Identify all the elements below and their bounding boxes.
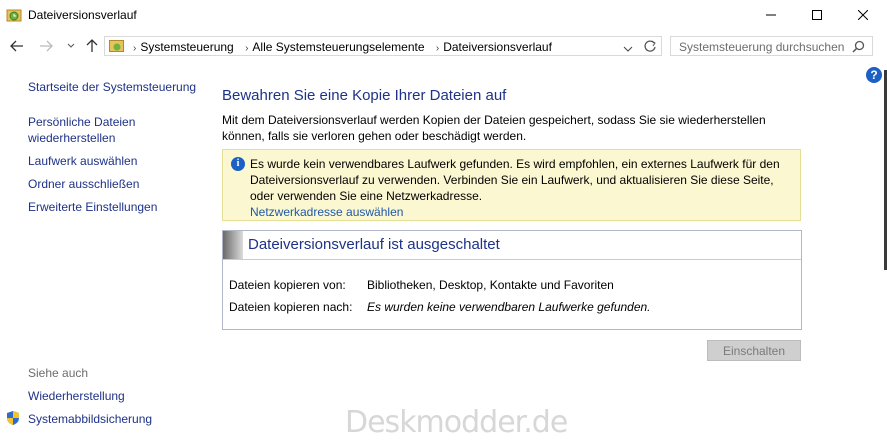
shield-icon: [6, 410, 20, 429]
search-placeholder: Systemsteuerung durchsuchen: [679, 40, 845, 54]
status-title: Dateiversionsverlauf ist ausgeschaltet: [248, 236, 500, 253]
refresh-icon[interactable]: [643, 39, 657, 56]
sidebar-link-recovery[interactable]: Wiederherstellung: [28, 388, 125, 404]
page-description: Mit dem Dateiversionsverlauf werden Kopi…: [222, 113, 766, 143]
sidebar-link-restore-line2[interactable]: wiederherstellen: [28, 130, 115, 146]
sidebar-link-select-drive[interactable]: Laufwerk auswählen: [28, 153, 137, 169]
info-text: Es wurde kein verwendbares Laufwerk gefu…: [250, 157, 780, 203]
window-title: Dateiversionsverlauf: [28, 8, 137, 22]
status-header: Dateiversionsverlauf ist ausgeschaltet: [223, 231, 801, 260]
page-title: Bewahren Sie eine Kopie Ihrer Dateien au…: [222, 87, 507, 104]
minimize-button[interactable]: [748, 0, 794, 30]
sidebar-link-home[interactable]: Startseite der Systemsteuerung: [28, 79, 196, 95]
back-arrow-icon[interactable]: [9, 38, 25, 54]
address-bar[interactable]: › Systemsteuerung › Alle Systemsteuerungse…: [104, 36, 662, 56]
status-indicator-bar: [223, 231, 243, 259]
up-arrow-icon[interactable]: [84, 38, 100, 54]
control-panel-icon: [109, 39, 125, 56]
copy-to-label: Dateien kopieren nach:: [229, 300, 353, 314]
enable-button[interactable]: Einschalten: [707, 340, 801, 361]
address-dropdown-icon[interactable]: [623, 42, 633, 56]
recent-locations-chevron-icon[interactable]: [63, 38, 79, 54]
forward-arrow-icon[interactable]: [38, 38, 54, 54]
search-input[interactable]: Systemsteuerung durchsuchen: [670, 36, 873, 56]
close-button[interactable]: [840, 0, 886, 30]
watermark: Deskmodder.de: [345, 405, 568, 440]
breadcrumb-dateiversionsverlauf[interactable]: Dateiversionsverlauf: [443, 40, 552, 54]
sidebar-link-exclude-folders[interactable]: Ordner ausschließen: [28, 176, 139, 192]
sidebar-link-system-image[interactable]: Systemabbildsicherung: [28, 411, 152, 427]
breadcrumb-separator-icon: ›: [133, 43, 137, 54]
sidebar-link-advanced-settings[interactable]: Erweiterte Einstellungen: [28, 199, 157, 215]
help-icon[interactable]: ?: [866, 67, 882, 83]
copy-to-row: Dateien kopieren nach: Es wurden keine ve…: [229, 300, 651, 314]
copy-to-value: Es wurden keine verwendbaren Laufwerke g…: [367, 300, 651, 314]
see-also-heading: Siehe auch: [28, 366, 89, 380]
title-bar: Dateiversionsverlauf: [0, 0, 887, 30]
maximize-button[interactable]: [794, 0, 840, 30]
breadcrumb-alle-elemente[interactable]: Alle Systemsteuerungselemente: [252, 40, 424, 54]
file-history-icon: [6, 7, 22, 23]
copy-from-row: Dateien kopieren von: Bibliotheken, Deskt…: [229, 278, 614, 292]
copy-from-value: Bibliotheken, Desktop, Kontakte und Favo…: [367, 278, 614, 292]
breadcrumb-separator-icon: ›: [435, 43, 440, 54]
copy-from-label: Dateien kopieren von:: [229, 278, 346, 292]
select-network-location-link[interactable]: Netzwerkadresse auswählen: [250, 205, 403, 219]
breadcrumb-separator-icon: ›: [245, 43, 249, 54]
search-icon[interactable]: [852, 40, 865, 56]
info-banner: i Es wurde kein verwendbares Laufwerk ge…: [222, 149, 801, 221]
sidebar-link-restore-line1[interactable]: Persönliche Dateien: [28, 114, 135, 130]
breadcrumb-systemsteuerung[interactable]: Systemsteuerung: [140, 40, 233, 54]
info-icon: i: [231, 157, 245, 171]
status-panel: Dateiversionsverlauf ist ausgeschaltet D…: [222, 230, 802, 330]
